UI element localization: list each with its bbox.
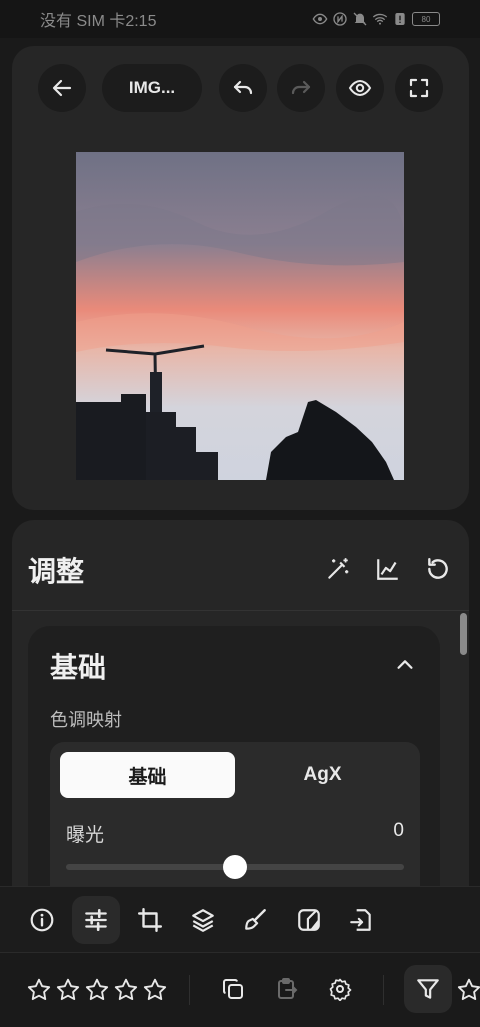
copy-icon [223,979,243,999]
magic-wand-icon[interactable] [325,556,351,582]
arrow-left-icon [52,79,72,97]
crop-tool-button[interactable] [126,896,174,944]
preview-button[interactable] [336,64,384,112]
battery-indicator: 80 [412,12,440,26]
tone-mapping-segmented-control: 基础 AgX [60,752,410,800]
exposure-value: 0 [393,820,404,841]
segment-basic[interactable]: 基础 [60,752,235,798]
star-icon[interactable] [55,977,81,1003]
status-icons: 80 [312,11,440,27]
exposure-slider-thumb[interactable] [223,855,247,879]
filter-icon [417,979,439,999]
chevron-up-icon[interactable] [394,654,416,676]
nfc-status-icon [333,12,347,26]
bottom-bar [0,952,480,1027]
gear-icon [329,978,352,1001]
adjust-sliders-icon [85,908,107,932]
undo-button[interactable] [219,64,267,112]
file-name-button[interactable]: IMG... [102,64,202,112]
tone-mapping-panel: 基础 AgX 曝光 0 [50,742,420,902]
photo-preview [76,152,404,480]
paste-button[interactable] [273,975,301,1003]
export-tool-button[interactable] [337,896,385,944]
info-tool-button[interactable] [18,896,66,944]
mute-status-icon [353,12,367,26]
fullscreen-button[interactable] [395,64,443,112]
star-icon[interactable] [84,977,110,1003]
divider [12,610,469,611]
layers-tool-button[interactable] [179,896,227,944]
separator [189,975,190,1005]
adjust-panel: 调整 基础 色调映射 基础 AgX 曝光 0 [12,520,469,916]
reset-icon[interactable] [425,556,451,582]
alert-status-icon [395,13,405,25]
eye-icon [348,79,372,97]
brush-icon [245,909,266,930]
info-icon [30,908,54,932]
editor-card: IMG... [12,46,469,510]
undo-icon [233,80,253,95]
exposure-label: 曝光 [66,825,105,846]
back-button[interactable] [38,64,86,112]
separator [383,975,384,1005]
segment-agx[interactable]: AgX [235,752,410,798]
brush-tool-button[interactable] [232,896,280,944]
redo-button[interactable] [277,64,325,112]
tone-mapping-label: 色调映射 [50,710,122,730]
adjust-title: 调整 [28,556,85,587]
star-icon[interactable] [26,977,52,1003]
export-icon [350,909,371,931]
scrollbar[interactable] [460,613,467,655]
crop-icon [137,907,163,933]
status-bar: 没有 SIM 卡2:15 80 [0,0,480,38]
adjust-actions [325,556,451,582]
settings-button[interactable] [326,975,354,1003]
editor-toolbar: IMG... [38,64,443,114]
star-filter-icon[interactable] [456,977,480,1003]
color-tool-button[interactable] [285,896,333,944]
color-icon [298,909,320,931]
copy-button[interactable] [219,975,247,1003]
wifi-status-icon [372,13,388,25]
paste-icon [278,978,298,999]
filter-button[interactable] [404,965,452,1013]
histogram-icon[interactable] [375,556,401,582]
basic-section: 基础 色调映射 基础 AgX 曝光 0 [28,626,440,916]
adjust-tool-button[interactable] [72,896,120,944]
carrier-time: 没有 SIM 卡2:15 [40,13,157,30]
eye-status-icon [312,13,328,25]
tool-bar [0,886,480,952]
layers-icon [192,909,214,932]
star-icon[interactable] [113,977,139,1003]
basic-title: 基础 [50,652,107,683]
redo-icon [291,80,311,95]
fullscreen-icon [409,78,429,98]
star-icon[interactable] [142,977,168,1003]
